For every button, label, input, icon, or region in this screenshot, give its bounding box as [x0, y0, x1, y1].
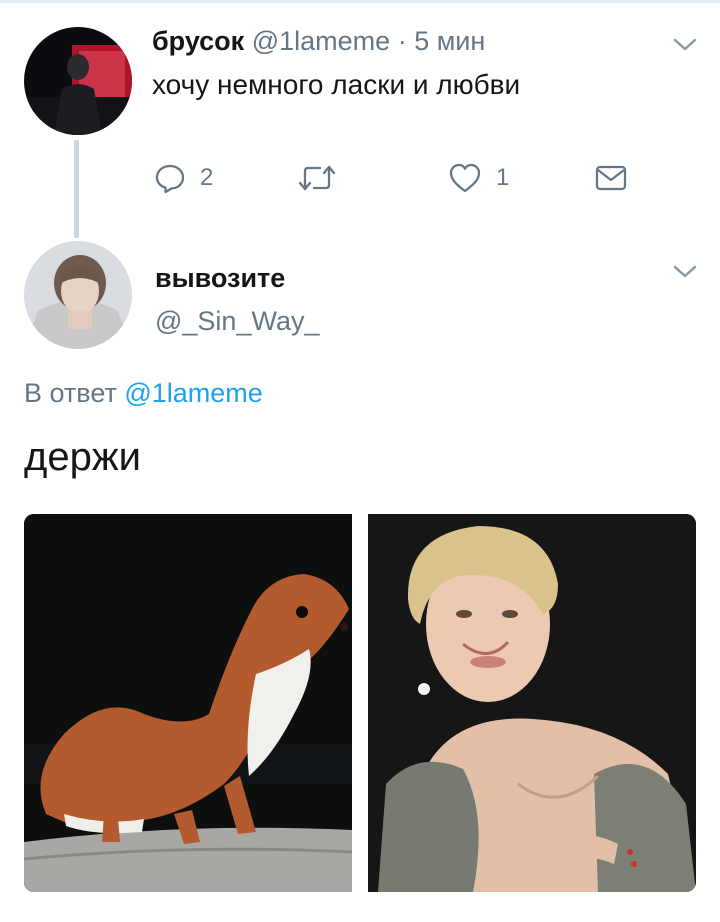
woman-portrait-photo[interactable] [368, 514, 696, 892]
thread-connector-line [74, 140, 79, 238]
tweet-header: брусок @1lameme · 5 мин [152, 25, 485, 57]
chevron-down-icon[interactable] [672, 264, 698, 280]
reply-prefix: В ответ [24, 378, 117, 408]
tweet-text: хочу немного ласки и любви [152, 69, 521, 100]
like-button[interactable]: 1 [448, 161, 509, 195]
avatar[interactable] [24, 27, 132, 135]
like-count: 1 [496, 164, 510, 191]
tweet-text: держи [24, 435, 141, 479]
chevron-down-icon[interactable] [672, 37, 698, 53]
display-name[interactable]: брусок [152, 26, 244, 56]
ermine-photo[interactable] [24, 514, 352, 892]
user-handle[interactable]: @1lameme [252, 26, 390, 56]
reply-button[interactable]: 2 [154, 161, 213, 195]
envelope-icon [595, 165, 627, 191]
retweet-button[interactable] [298, 161, 336, 195]
heart-icon [449, 163, 481, 193]
direct-message-button[interactable] [595, 161, 627, 195]
meta-separator: · [397, 26, 407, 56]
top-divider [0, 0, 720, 3]
reply-icon [155, 164, 185, 194]
reply-to-link[interactable]: @1lameme [124, 378, 262, 408]
retweet-icon [298, 165, 336, 191]
avatar[interactable] [24, 241, 132, 349]
user-handle[interactable]: @_Sin_Way_ [155, 305, 319, 337]
reply-context: В ответ @1lameme [24, 377, 263, 409]
tweet-time[interactable]: 5 мин [414, 26, 485, 56]
reply-count: 2 [200, 164, 214, 191]
display-name[interactable]: вывозите [155, 262, 285, 294]
